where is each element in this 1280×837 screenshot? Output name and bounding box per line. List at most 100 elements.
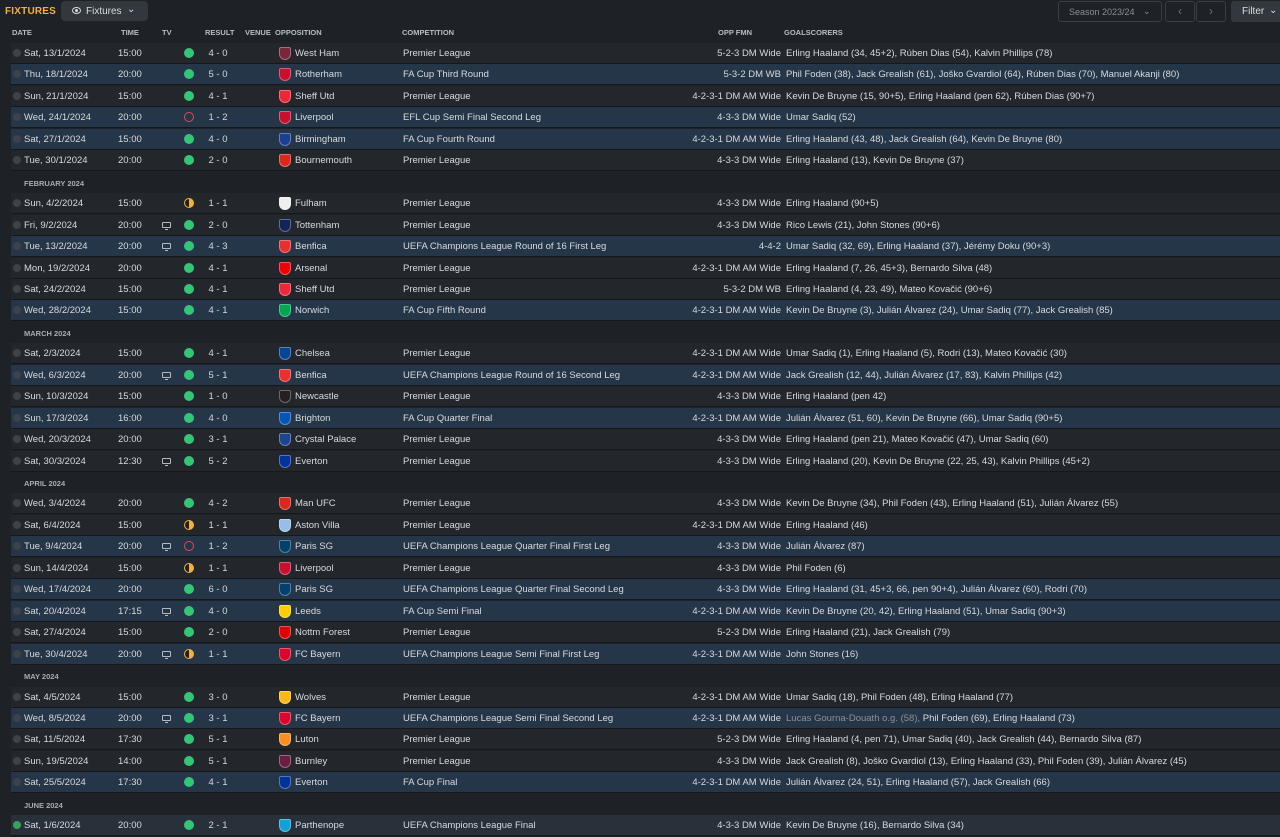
fixture-opposition[interactable]: Luton	[295, 734, 319, 745]
fixture-row[interactable]: Sat, 27/1/202415:004 - 0HBirminghamFA Cu…	[11, 129, 1280, 150]
fixture-opposition[interactable]: West Ham	[295, 48, 339, 59]
fixture-score[interactable]: 1 - 2	[208, 112, 228, 123]
fixture-opposition[interactable]: Paris SG	[295, 584, 333, 595]
fixture-row[interactable]: Fri, 9/2/202420:002 - 0ATottenhamPremier…	[11, 215, 1280, 236]
fixture-row[interactable]: Wed, 24/1/202420:001 - 2HLiverpoolEFL Cu…	[11, 107, 1280, 128]
fixture-score[interactable]: 4 - 3	[208, 241, 228, 252]
fixture-competition[interactable]: UEFA Champions League Round of 16 Second…	[403, 370, 620, 381]
fixture-opposition[interactable]: FC Bayern	[295, 649, 340, 660]
col-opp-fmn[interactable]: OPP FMN	[718, 28, 752, 42]
fixture-competition[interactable]: UEFA Champions League Final	[403, 820, 536, 831]
fixture-competition[interactable]: FA Cup Final	[403, 777, 457, 788]
col-venue[interactable]: VENUE	[245, 28, 271, 42]
fixture-score[interactable]: 4 - 0	[208, 606, 228, 617]
fixture-row[interactable]: Sat, 13/1/202415:004 - 0HWest HamPremier…	[11, 43, 1280, 64]
filter-button[interactable]: Filter ⌄	[1231, 1, 1280, 22]
fixture-score[interactable]: 6 - 0	[208, 584, 228, 595]
fixture-competition[interactable]: Premier League	[403, 348, 471, 359]
fixture-score[interactable]: 2 - 1	[208, 820, 228, 831]
fixture-row[interactable]: Tue, 9/4/202420:001 - 2AParis SGUEFA Cha…	[11, 536, 1280, 557]
fixture-competition[interactable]: Premier League	[403, 48, 471, 59]
fixture-opposition[interactable]: Crystal Palace	[295, 434, 356, 445]
fixture-row[interactable]: Sun, 4/2/202415:001 - 1HFulhamPremier Le…	[11, 193, 1280, 214]
fixture-row[interactable]: Thu, 18/1/202420:005 - 0HRotherhamFA Cup…	[11, 64, 1280, 85]
fixture-row[interactable]: Mon, 19/2/202420:004 - 1HArsenalPremier …	[11, 258, 1280, 279]
fixture-row[interactable]: Wed, 8/5/202420:003 - 1HFC BayernUEFA Ch…	[11, 708, 1280, 729]
fixture-competition[interactable]: Premier League	[403, 734, 471, 745]
fixture-row[interactable]: Sat, 1/6/202420:002 - 1NParthenopeUEFA C…	[11, 815, 1280, 836]
fixture-competition[interactable]: Premier League	[403, 434, 471, 445]
fixture-opposition[interactable]: Everton	[295, 777, 328, 788]
fixture-opposition[interactable]: Tottenham	[295, 220, 339, 231]
fixture-row[interactable]: Wed, 28/2/202415:004 - 1ANorwichFA Cup F…	[11, 300, 1280, 321]
fixture-row[interactable]: Sat, 2/3/202415:004 - 1AChelseaPremier L…	[11, 343, 1280, 364]
fixture-score[interactable]: 4 - 1	[208, 91, 228, 102]
fixture-score[interactable]: 4 - 2	[208, 498, 228, 509]
fixture-competition[interactable]: Premier League	[403, 263, 471, 274]
fixture-competition[interactable]: Premier League	[403, 284, 471, 295]
fixture-competition[interactable]: FA Cup Fifth Round	[403, 305, 486, 316]
fixture-row[interactable]: Sat, 27/4/202415:002 - 0HNottm ForestPre…	[11, 622, 1280, 643]
season-selector[interactable]: Season 2023/24 ⌄	[1058, 1, 1162, 22]
fixture-row[interactable]: Sat, 6/4/202415:001 - 1AAston VillaPremi…	[11, 515, 1280, 536]
fixture-competition[interactable]: FA Cup Third Round	[403, 69, 489, 80]
col-date[interactable]: DATE	[12, 28, 32, 42]
fixture-opposition[interactable]: Sheff Utd	[295, 284, 334, 295]
fixture-competition[interactable]: UEFA Champions League Round of 16 First …	[403, 241, 606, 252]
fixture-score[interactable]: 1 - 1	[208, 520, 228, 531]
fixture-opposition[interactable]: Liverpool	[295, 563, 334, 574]
fixture-row[interactable]: Wed, 3/4/202420:004 - 2AMan UFCPremier L…	[11, 493, 1280, 514]
fixture-opposition[interactable]: Bournemouth	[295, 155, 352, 166]
fixture-row[interactable]: Tue, 30/1/202420:002 - 0ABournemouthPrem…	[11, 150, 1280, 171]
fixture-opposition[interactable]: Brighton	[295, 413, 330, 424]
fixture-opposition[interactable]: Everton	[295, 456, 328, 467]
fixture-score[interactable]: 3 - 1	[208, 434, 228, 445]
fixture-score[interactable]: 4 - 1	[208, 284, 228, 295]
fixture-row[interactable]: Wed, 17/4/202420:006 - 0HParis SGUEFA Ch…	[11, 579, 1280, 600]
fixture-score[interactable]: 4 - 0	[208, 48, 228, 59]
fixture-opposition[interactable]: Wolves	[295, 692, 326, 703]
fixture-opposition[interactable]: Paris SG	[295, 541, 333, 552]
fixture-opposition[interactable]: Benfica	[295, 241, 327, 252]
fixture-row[interactable]: Sat, 11/5/202417:305 - 1HLutonPremier Le…	[11, 729, 1280, 750]
fixture-opposition[interactable]: Fulham	[295, 198, 327, 209]
fixture-opposition[interactable]: Sheff Utd	[295, 91, 334, 102]
fixture-row[interactable]: Sun, 21/1/202415:004 - 1ASheff UtdPremie…	[11, 86, 1280, 107]
fixture-competition[interactable]: UEFA Champions League Semi Final Second …	[403, 713, 613, 724]
fixture-competition[interactable]: Premier League	[403, 692, 471, 703]
fixture-competition[interactable]: EFL Cup Semi Final Second Leg	[403, 112, 541, 123]
fixture-competition[interactable]: Premier League	[403, 391, 471, 402]
fixture-score[interactable]: 1 - 1	[208, 198, 228, 209]
col-opposition[interactable]: OPPOSITION	[275, 28, 322, 42]
fixture-opposition[interactable]: Leeds	[295, 606, 321, 617]
fixture-row[interactable]: Sun, 17/3/202416:004 - 0HBrightonFA Cup …	[11, 408, 1280, 429]
view-dropdown[interactable]: Fixtures ⌄	[61, 1, 148, 21]
fixture-score[interactable]: 4 - 1	[208, 348, 228, 359]
fixture-score[interactable]: 5 - 2	[208, 456, 228, 467]
fixture-competition[interactable]: Premier League	[403, 498, 471, 509]
fixture-score[interactable]: 5 - 1	[208, 734, 228, 745]
fixture-score[interactable]: 1 - 0	[208, 391, 228, 402]
fixture-score[interactable]: 2 - 0	[208, 155, 228, 166]
fixture-score[interactable]: 4 - 1	[208, 305, 228, 316]
fixture-row[interactable]: Wed, 20/3/202420:003 - 1ACrystal PalaceP…	[11, 429, 1280, 450]
fixture-competition[interactable]: FA Cup Fourth Round	[403, 134, 495, 145]
col-time[interactable]: TIME	[121, 28, 139, 42]
fixture-competition[interactable]: Premier League	[403, 91, 471, 102]
fixture-competition[interactable]: Premier League	[403, 627, 471, 638]
fixture-score[interactable]: 4 - 0	[208, 413, 228, 424]
fixture-score[interactable]: 2 - 0	[208, 220, 228, 231]
fixture-competition[interactable]: UEFA Champions League Quarter Final Firs…	[403, 541, 610, 552]
fixture-opposition[interactable]: Man UFC	[295, 498, 336, 509]
fixture-row[interactable]: Sun, 10/3/202415:001 - 0HNewcastlePremie…	[11, 386, 1280, 407]
fixture-score[interactable]: 1 - 1	[208, 563, 228, 574]
fixture-score[interactable]: 3 - 0	[208, 692, 228, 703]
fixture-score[interactable]: 3 - 1	[208, 713, 228, 724]
fixture-score[interactable]: 1 - 2	[208, 541, 228, 552]
fixture-competition[interactable]: UEFA Champions League Semi Final First L…	[403, 649, 599, 660]
fixture-opposition[interactable]: Nottm Forest	[295, 627, 350, 638]
fixture-competition[interactable]: Premier League	[403, 563, 471, 574]
fixture-competition[interactable]: Premier League	[403, 220, 471, 231]
fixture-row[interactable]: Wed, 6/3/202420:005 - 1HBenficaUEFA Cham…	[11, 365, 1280, 386]
fixture-row[interactable]: Sat, 24/2/202415:004 - 1HSheff UtdPremie…	[11, 279, 1280, 300]
